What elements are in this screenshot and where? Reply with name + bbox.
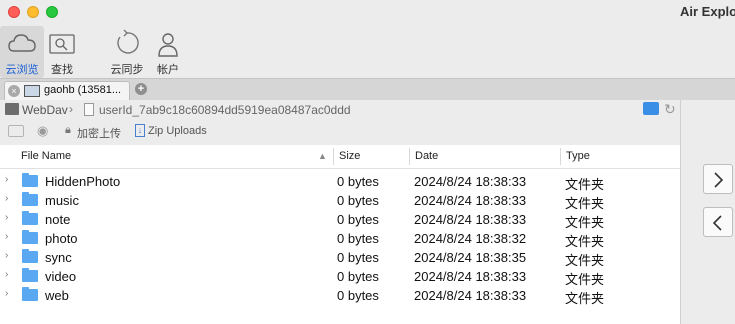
file-date: 2024/8/24 18:38:33 [414, 212, 527, 227]
column-header: File Name ▲ Size Date Type [0, 145, 680, 169]
file-date: 2024/8/24 18:38:33 [414, 288, 527, 303]
file-name: photo [45, 231, 78, 246]
file-size: 0 bytes [337, 288, 379, 303]
table-row[interactable]: › web 0 bytes 2024/8/24 18:38:33 文件夹 [0, 286, 680, 306]
zip-icon: ↓ [135, 124, 145, 137]
account-icon [158, 33, 178, 57]
table-row[interactable]: › music 0 bytes 2024/8/24 18:38:33 文件夹 [0, 191, 680, 211]
drive-icon [24, 85, 40, 97]
table-row[interactable]: › photo 0 bytes 2024/8/24 18:38:32 文件夹 [0, 229, 680, 249]
breadcrumb-root[interactable]: WebDav [22, 103, 68, 117]
toolbar-cloud-browse-label: 云浏览 [5, 64, 39, 76]
file-list: File Name ▲ Size Date Type › HiddenPhoto… [0, 145, 680, 324]
file-size: 0 bytes [337, 193, 379, 208]
file-name: note [45, 212, 71, 227]
column-date-header[interactable]: Date [415, 150, 438, 162]
toolbar-search-label: 查找 [51, 64, 73, 76]
disclosure-icon[interactable]: › [5, 231, 8, 242]
sync-icon [117, 29, 139, 54]
column-size-header[interactable]: Size [339, 150, 360, 162]
folder-icon [22, 173, 38, 187]
file-name: music [45, 193, 79, 208]
file-date: 2024/8/24 18:38:33 [414, 269, 527, 284]
file-size: 0 bytes [337, 174, 379, 189]
table-row[interactable]: › note 0 bytes 2024/8/24 18:38:33 文件夹 [0, 210, 680, 230]
table-row[interactable]: › sync 0 bytes 2024/8/24 18:38:35 文件夹 [0, 248, 680, 268]
toolbar-account-label: 帐户 [157, 64, 179, 76]
file-type: 文件夹 [565, 291, 605, 306]
toolbar-cloud-browse-button[interactable]: 云浏览 [0, 26, 44, 78]
disclosure-icon[interactable]: › [5, 174, 8, 185]
tab-connection[interactable]: × gaohb (13581... [4, 81, 130, 100]
eye-icon[interactable]: ◉ [37, 123, 48, 139]
file-date: 2024/8/24 18:38:32 [414, 231, 527, 246]
folder-icon [22, 230, 38, 244]
webdav-icon [5, 103, 19, 115]
column-divider[interactable] [409, 148, 410, 165]
refresh-icon[interactable]: ↻ [664, 101, 676, 118]
folder-outline-icon[interactable] [8, 125, 24, 137]
breadcrumb-current-folder[interactable]: userId_7ab9c18c60894dd5919ea08487ac0ddd [99, 103, 351, 117]
document-icon [84, 103, 94, 116]
search-icon [49, 34, 75, 54]
window-title: Air Explo [680, 4, 735, 19]
disclosure-icon[interactable]: › [5, 250, 8, 261]
transfer-left-button[interactable] [703, 207, 733, 237]
chevron-right-icon [714, 172, 724, 188]
toolbar-account-button[interactable]: 帐户 [146, 26, 190, 78]
minimize-window-button[interactable] [27, 6, 39, 18]
file-size: 0 bytes [337, 269, 379, 284]
sort-ascending-icon[interactable]: ▲ [318, 151, 327, 161]
column-type-header[interactable]: Type [566, 150, 590, 162]
file-size: 0 bytes [337, 212, 379, 227]
file-name: video [45, 269, 77, 284]
toolbar-search-button[interactable]: 查找 [40, 26, 84, 78]
transfer-right-button[interactable] [703, 164, 733, 194]
main-toolbar: 云浏览 查找 云同步 帐户 [0, 26, 735, 78]
maximize-window-button[interactable] [46, 6, 58, 18]
column-divider[interactable] [560, 148, 561, 165]
tab-close-icon[interactable]: × [8, 85, 20, 97]
disclosure-icon[interactable]: › [5, 212, 8, 223]
folder-icon [22, 287, 38, 301]
folder-icon [22, 192, 38, 206]
file-name: sync [45, 250, 72, 265]
file-date: 2024/8/24 18:38:33 [414, 193, 527, 208]
breadcrumb: WebDav › userId_7ab9c18c60894dd5919ea084… [0, 100, 680, 120]
lock-icon: 🔒︎ [65, 124, 71, 136]
disclosure-icon[interactable]: › [5, 288, 8, 299]
folder-icon [22, 249, 38, 263]
title-bar: Air Explo [0, 0, 735, 26]
add-tab-icon[interactable]: + [135, 83, 147, 95]
tab-bar: × gaohb (13581... + [0, 78, 735, 100]
new-folder-icon[interactable] [643, 102, 659, 115]
disclosure-icon[interactable]: › [5, 193, 8, 204]
cloud-icon [8, 34, 36, 52]
column-name-header[interactable]: File Name [21, 150, 71, 162]
file-date: 2024/8/24 18:38:35 [414, 250, 527, 265]
tab-label: gaohb (13581... [44, 84, 122, 96]
file-size: 0 bytes [337, 250, 379, 265]
folder-icon [22, 211, 38, 225]
chevron-left-icon [712, 215, 722, 231]
encrypted-upload-button[interactable]: 加密上传 [77, 125, 121, 141]
toolbar-sync-button[interactable]: 云同步 [105, 26, 149, 78]
chevron-right-icon: › [69, 102, 73, 116]
file-size: 0 bytes [337, 231, 379, 246]
file-name: HiddenPhoto [45, 174, 121, 189]
folder-icon [22, 268, 38, 282]
transfer-panel [680, 100, 735, 324]
toolbar-sync-label: 云同步 [110, 64, 144, 76]
file-name: web [45, 288, 69, 303]
close-window-button[interactable] [8, 6, 20, 18]
disclosure-icon[interactable]: › [5, 269, 8, 280]
zip-uploads-button[interactable]: Zip Uploads [148, 125, 207, 137]
column-divider[interactable] [333, 148, 334, 165]
file-date: 2024/8/24 18:38:33 [414, 174, 527, 189]
action-bar: ◉ 🔒︎ 加密上传 ↓ Zip Uploads [0, 121, 680, 143]
table-row[interactable]: › HiddenPhoto 0 bytes 2024/8/24 18:38:33… [0, 172, 680, 192]
table-row[interactable]: › video 0 bytes 2024/8/24 18:38:33 文件夹 [0, 267, 680, 287]
